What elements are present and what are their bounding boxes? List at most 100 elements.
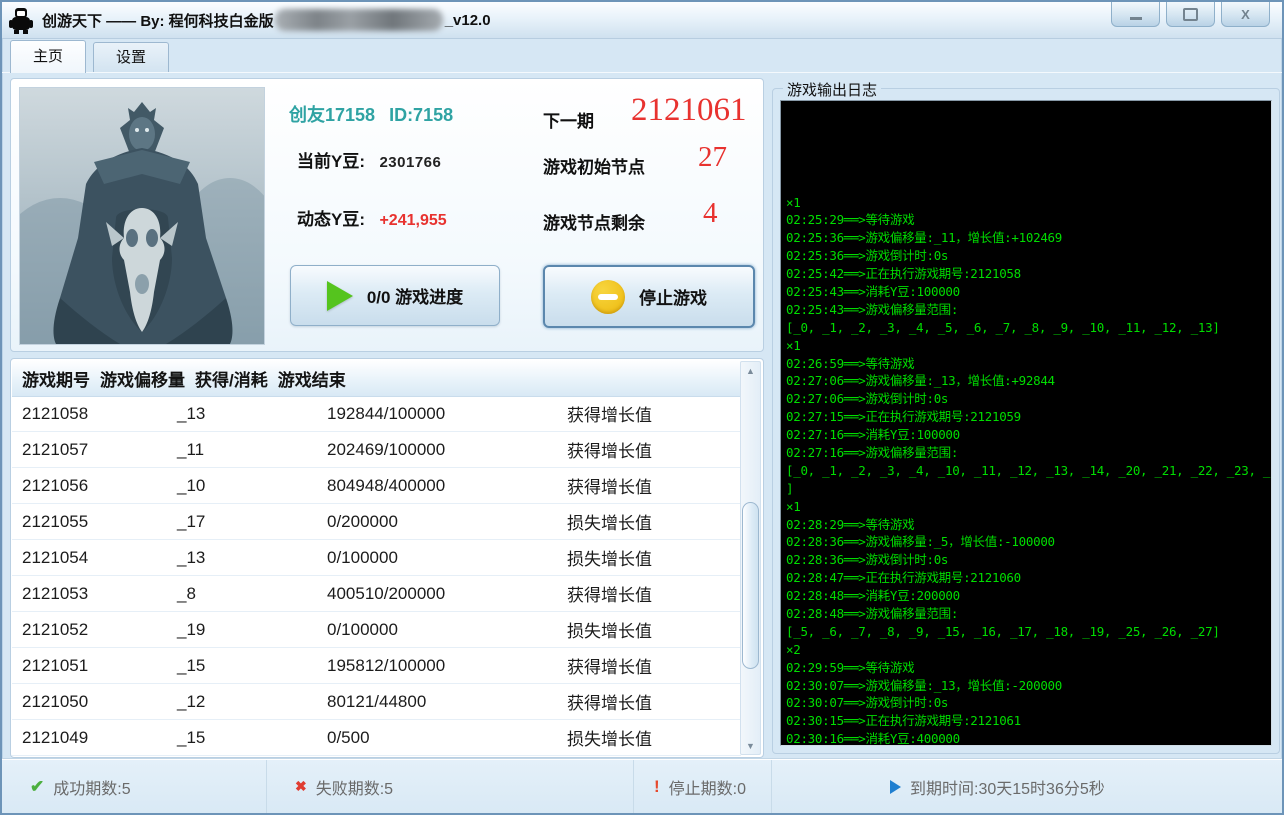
minimize-button[interactable] <box>1111 2 1160 27</box>
log-line: 02:27:06══>游戏倒计时:0s <box>786 390 1266 408</box>
current-ybean-row: 当前Y豆: 2301766 <box>297 147 441 172</box>
info-panel: 创友17158ID:7158 当前Y豆: 2301766 动态Y豆: +241,… <box>10 78 764 352</box>
check-icon: ✔ <box>30 777 44 797</box>
log-line: 02:28:36══>游戏倒计时:0s <box>786 551 1266 569</box>
window-controls: X <box>1111 2 1270 27</box>
cell-offset: _15 <box>167 728 317 748</box>
scroll-up-button[interactable]: ▲ <box>741 362 760 379</box>
log-line: 02:27:16══>消耗Y豆:100000 <box>786 426 1266 444</box>
log-line: 02:30:07══>游戏偏移量:_13，增长值:-200000 <box>786 677 1266 695</box>
status-fail-text: 失败期数:5 <box>316 775 393 799</box>
log-line: [_0, _1, _2, _3, _4, _5, _6, _7, _8, _9,… <box>786 319 1266 337</box>
window-title: 创游天下 —— By: 程何科技白金版 <box>42 10 274 31</box>
status-stopped: ! 停止期数:0 <box>634 760 772 813</box>
table-header-cell[interactable]: 游戏结束 <box>268 366 346 391</box>
warning-icon: ! <box>654 777 660 797</box>
start-node-value: 27 <box>698 141 727 174</box>
cell-result: 损失增长值 <box>557 545 717 570</box>
nodes-left-value: 4 <box>703 197 718 230</box>
log-line: ] <box>786 480 1266 498</box>
cell-offset: _15 <box>167 656 317 676</box>
cell-result: 获得增长值 <box>557 401 717 426</box>
cell-offset: _13 <box>167 404 317 424</box>
table-header-cell[interactable]: 游戏偏移量 <box>90 366 185 391</box>
log-line: 02:27:16══>游戏偏移量范围: <box>786 444 1266 462</box>
cell-result: 获得增长值 <box>557 689 717 714</box>
table-row[interactable]: 2121056 _10 804948/400000 获得增长值 <box>12 468 741 504</box>
maximize-icon <box>1183 8 1198 21</box>
next-period-value: 2121061 <box>631 92 747 129</box>
table-row[interactable]: 2121055 _17 0/200000 损失增长值 <box>12 504 741 540</box>
log-groupbox: 游戏输出日志 ×102:25:29══>等待游戏02:25:36══>游戏偏移量… <box>772 88 1280 754</box>
cell-result: 损失增长值 <box>557 725 717 750</box>
cell-gain-cost: 804948/400000 <box>317 476 557 496</box>
account-name: 创友17158 <box>289 105 375 125</box>
cell-gain-cost: 0/100000 <box>317 548 557 568</box>
cell-offset: _10 <box>167 476 317 496</box>
cell-offset: _19 <box>167 620 317 640</box>
table-header-cell[interactable]: 游戏期号 <box>12 366 90 391</box>
current-ybean-value: 2301766 <box>379 154 441 171</box>
log-console[interactable]: ×102:25:29══>等待游戏02:25:36══>游戏偏移量:_11，增长… <box>780 100 1272 746</box>
log-line: ×1 <box>786 337 1266 355</box>
cell-period: 2121056 <box>12 476 167 496</box>
cell-offset: _12 <box>167 692 317 712</box>
log-line: 02:28:48══>游戏偏移量范围: <box>786 605 1266 623</box>
cell-gain-cost: 192844/100000 <box>317 404 557 424</box>
cell-gain-cost: 202469/100000 <box>317 440 557 460</box>
cell-period: 2121053 <box>12 584 167 604</box>
cell-result: 损失增长值 <box>557 617 717 642</box>
table-row[interactable]: 2121050 _12 80121/44800 获得增长值 <box>12 684 741 720</box>
cell-period: 2121050 <box>12 692 167 712</box>
cell-period: 2121051 <box>12 656 167 676</box>
table-body: 2121058 _13 192844/100000 获得增长值 2121057 … <box>12 396 741 756</box>
cell-offset: _17 <box>167 512 317 532</box>
log-line: 02:28:48══>消耗Y豆:200000 <box>786 587 1266 605</box>
tab-home[interactable]: 主页 <box>10 40 86 73</box>
cell-offset: _8 <box>167 584 317 604</box>
table-scrollbar[interactable]: ▲ ▼ <box>740 361 761 755</box>
scroll-down-button[interactable]: ▼ <box>741 737 760 754</box>
log-line: ×1 <box>786 498 1266 516</box>
table-row[interactable]: 2121049 _15 0/500 损失增长值 <box>12 720 741 756</box>
table-row[interactable]: 2121054 _13 0/100000 损失增长值 <box>12 540 741 576</box>
status-success-text: 成功期数:5 <box>53 775 130 799</box>
log-line: [_0, _1, _2, _3, _4, _10, _11, _12, _13,… <box>786 462 1266 480</box>
tab-strip: 主页 设置 <box>2 38 1282 73</box>
nodes-left-label: 游戏节点剩余 <box>543 209 645 234</box>
log-line: 02:25:43══>消耗Y豆:100000 <box>786 283 1266 301</box>
log-line: 02:30:15══>正在执行游戏期号:2121061 <box>786 712 1266 730</box>
stop-button-label: 停止游戏 <box>639 284 707 309</box>
cell-result: 获得增长值 <box>557 473 717 498</box>
maximize-button[interactable] <box>1166 2 1215 27</box>
play-icon <box>327 281 353 311</box>
cell-result: 损失增长值 <box>557 509 717 534</box>
log-line: 02:29:59══>等待游戏 <box>786 659 1266 677</box>
table-row[interactable]: 2121053 _8 400510/200000 获得增长值 <box>12 576 741 612</box>
table-row[interactable]: 2121057 _11 202469/100000 获得增长值 <box>12 432 741 468</box>
cell-gain-cost: 0/100000 <box>317 620 557 640</box>
start-node-label: 游戏初始节点 <box>543 153 645 178</box>
table-row[interactable]: 2121051 _15 195812/100000 获得增长值 <box>12 648 741 684</box>
log-line: 02:30:16══>消耗Y豆:400000 <box>786 730 1266 746</box>
results-table: 游戏期号游戏偏移量获得/消耗游戏结束 2121058 _13 192844/10… <box>10 358 764 758</box>
stop-icon <box>591 280 625 314</box>
cell-period: 2121057 <box>12 440 167 460</box>
progress-button[interactable]: 0/0 游戏进度 <box>290 265 500 326</box>
expire-arrow-icon <box>890 780 901 794</box>
cell-result: 获得增长值 <box>557 437 717 462</box>
tab-settings[interactable]: 设置 <box>93 42 169 72</box>
stop-game-button[interactable]: 停止游戏 <box>543 265 755 328</box>
next-period-label: 下一期 <box>543 107 594 132</box>
table-header-cell[interactable]: 获得/消耗 <box>185 366 268 391</box>
cell-period: 2121049 <box>12 728 167 748</box>
close-button[interactable]: X <box>1221 2 1270 27</box>
cell-result: 获得增长值 <box>557 653 717 678</box>
log-title: 游戏输出日志 <box>783 79 881 100</box>
table-row[interactable]: 2121058 _13 192844/100000 获得增长值 <box>12 396 741 432</box>
status-stopped-text: 停止期数:0 <box>669 775 746 799</box>
scrollbar-thumb[interactable] <box>742 502 759 669</box>
cell-gain-cost: 400510/200000 <box>317 584 557 604</box>
table-row[interactable]: 2121052 _19 0/100000 损失增长值 <box>12 612 741 648</box>
fail-x-icon: ✖ <box>295 778 307 795</box>
